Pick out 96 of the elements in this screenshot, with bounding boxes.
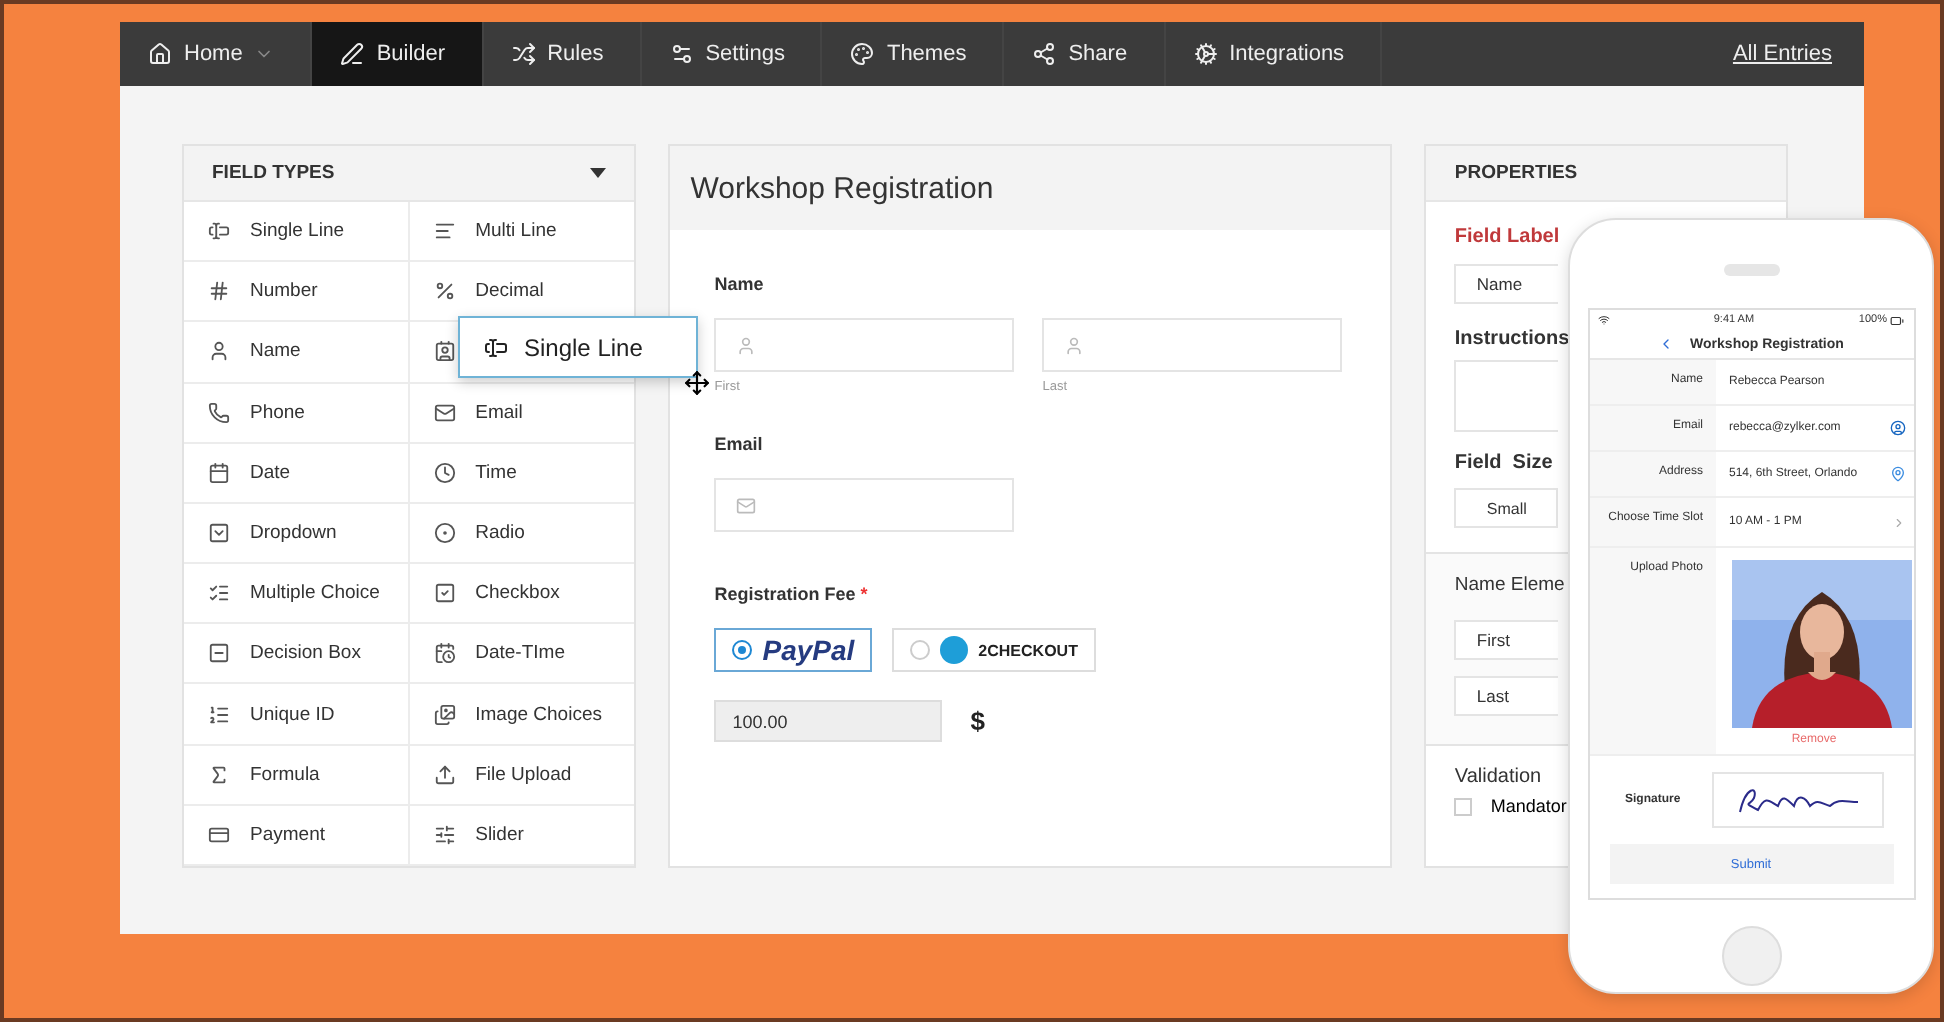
checkbox-icon: [433, 582, 456, 605]
field-type-item[interactable]: Date-TIme: [409, 624, 635, 685]
field-type-item[interactable]: Time: [409, 443, 635, 504]
section-title: Name Eleme: [1454, 574, 1565, 596]
field-type-item[interactable]: Multiple Choice: [184, 564, 410, 625]
size-option[interactable]: Small: [1454, 488, 1559, 528]
contact-card-icon: [433, 340, 456, 363]
caret-icon: [590, 168, 607, 178]
nav-tab[interactable]: Share: [1004, 22, 1166, 86]
element-input[interactable]: Last: [1454, 676, 1559, 716]
field-type-item[interactable]: File Upload: [409, 745, 635, 806]
field-type-item[interactable]: Name: [184, 322, 410, 384]
label-input[interactable]: Name: [1454, 264, 1559, 304]
field-type-item[interactable]: Single Line: [184, 202, 410, 263]
images-icon: [433, 703, 456, 726]
payment-option[interactable]: PayPal: [714, 628, 873, 672]
amount-field[interactable]: 100.00: [714, 700, 943, 742]
field-label: Registration Fee *: [714, 584, 870, 604]
user-icon: [1889, 420, 1905, 436]
field-type-item[interactable]: Image Choices: [409, 684, 635, 746]
nav-tab[interactable]: Settings: [641, 22, 823, 86]
field-type-item[interactable]: Email: [409, 383, 635, 444]
field-type-item[interactable]: Date: [184, 443, 410, 504]
name-input[interactable]: [714, 318, 1015, 372]
map-pin-icon: [1889, 466, 1905, 482]
field-type-item[interactable]: Dropdown: [184, 503, 410, 565]
chevron-right-icon: [1891, 515, 1905, 529]
user-icon: [1064, 335, 1085, 355]
name-input[interactable]: [1042, 318, 1343, 372]
home-icon: [148, 42, 172, 66]
gear-icon: [1193, 42, 1218, 66]
dragged-field: Single Line: [458, 316, 698, 378]
wifi-icon: [1597, 314, 1609, 326]
paragraph-icon: [433, 220, 456, 243]
nav-tab[interactable]: Rules: [483, 22, 642, 86]
share-icon: [1032, 42, 1057, 66]
panel-title: FIELD TYPES: [212, 162, 335, 184]
section-title: Validation: [1454, 766, 1542, 788]
numbered-list-icon: [208, 703, 230, 726]
field-type-item[interactable]: Decision Box: [184, 624, 410, 685]
field-type-item[interactable]: Phone: [184, 383, 410, 444]
property-label: Field Size: [1454, 452, 1553, 474]
field-label: Email: [714, 434, 765, 454]
palette-icon: [850, 42, 875, 66]
field-label: Name: [714, 274, 766, 294]
sliders-icon: [433, 823, 456, 846]
field-type-item[interactable]: Checkbox: [409, 564, 635, 625]
property-label: Field Label: [1454, 226, 1560, 248]
move-cursor-icon: [684, 370, 710, 396]
field-type-item[interactable]: Multi Line: [409, 202, 635, 263]
form-title: Workshop Registration: [670, 146, 1391, 230]
element-input[interactable]: First: [1454, 620, 1559, 660]
percent-icon: [433, 280, 456, 303]
calendar-icon: [208, 461, 230, 484]
logo-icon: [940, 636, 969, 664]
field-type-item[interactable]: Payment: [184, 805, 410, 866]
home-button[interactable]: [1721, 926, 1781, 986]
user-icon: [736, 335, 757, 355]
field-type-item[interactable]: Number: [184, 262, 410, 323]
field-type-item[interactable]: Unique ID: [184, 684, 410, 746]
credit-card-icon: [208, 823, 230, 846]
checklist-icon: [208, 582, 230, 605]
payment-option[interactable]: 2CHECKOUT: [892, 628, 1096, 672]
text-input-icon: [484, 335, 508, 359]
sigma-icon: [208, 763, 230, 786]
upload-icon: [433, 763, 456, 786]
instructions-input[interactable]: [1454, 360, 1559, 432]
speaker: [1723, 264, 1779, 276]
mail-icon: [736, 495, 757, 515]
dropdown-icon: [208, 521, 230, 544]
panel-title: PROPERTIES: [1454, 162, 1578, 184]
nav-tab[interactable]: Integrations: [1165, 22, 1383, 86]
pen-icon: [340, 42, 365, 66]
field-type-item[interactable]: Slider: [409, 805, 635, 866]
user-icon: [208, 340, 230, 363]
clock-icon: [433, 461, 456, 484]
email-input[interactable]: [714, 478, 1015, 532]
battery-icon: [1890, 313, 1905, 327]
settings-icon: [669, 42, 694, 66]
mail-icon: [433, 401, 456, 424]
shuffle-icon: [511, 42, 536, 66]
square-minus-icon: [208, 642, 230, 665]
mandatory-checkbox[interactable]: [1454, 797, 1473, 815]
property-label: Instructions: [1454, 328, 1570, 350]
all-entries-link[interactable]: All Entries: [1732, 42, 1832, 66]
phone-icon: [208, 401, 230, 424]
text-input-icon: [208, 220, 230, 243]
currency-symbol: $: [970, 706, 985, 736]
radio-icon: [433, 521, 456, 544]
field-type-item[interactable]: Radio: [409, 503, 635, 565]
nav-tab[interactable]: Builder: [312, 22, 484, 86]
calendar-clock-icon: [433, 642, 456, 665]
hash-icon: [208, 280, 230, 303]
field-type-item[interactable]: Formula: [184, 745, 410, 806]
checkbox-label: Mandator: [1490, 796, 1567, 816]
nav-tab[interactable]: Themes: [822, 22, 1005, 86]
